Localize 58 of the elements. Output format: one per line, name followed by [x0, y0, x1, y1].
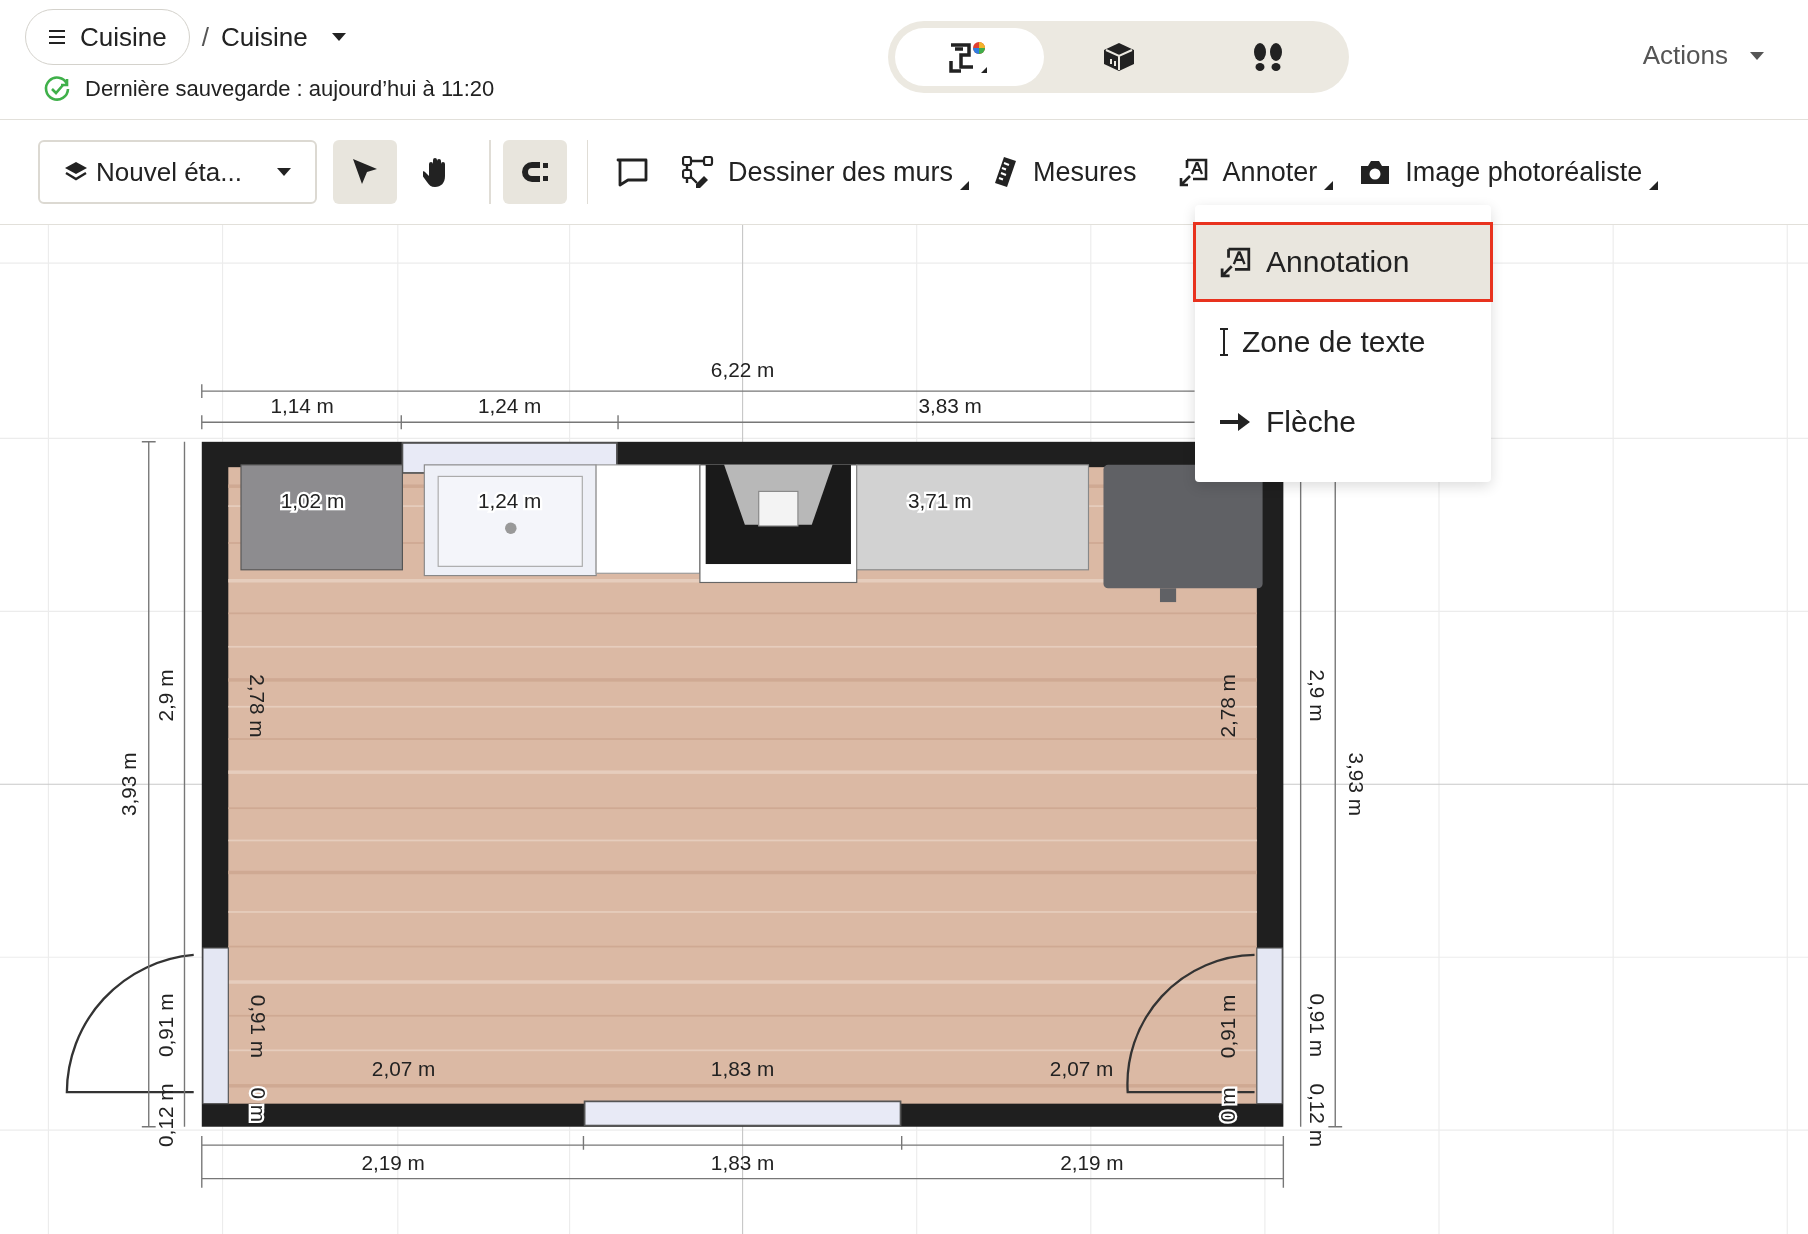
- dimension-label: 1,83 m: [710, 1056, 775, 1080]
- caret-icon: [1750, 51, 1764, 60]
- dimension-label: 0,91 m: [1215, 994, 1239, 1059]
- dimension-label: 3,71 m: [908, 489, 972, 513]
- toolbar-button[interactable]: Mesures: [985, 140, 1155, 204]
- dimension-label: 3,93 m: [116, 752, 140, 816]
- dimension-label: 2,07 m: [371, 1056, 436, 1080]
- dimension-label: 2,78 m: [246, 674, 270, 738]
- annotate-icon: [1178, 157, 1209, 187]
- magnet-icon: [519, 160, 550, 184]
- cube-icon: [1101, 41, 1136, 73]
- dimension-label: 0 m: [246, 1087, 270, 1123]
- camera-icon: [1359, 159, 1392, 185]
- footprints-icon: [1251, 42, 1284, 72]
- dimension-label: 0,91 m: [246, 994, 270, 1059]
- dimension-label: 2,19 m: [1060, 1151, 1124, 1175]
- dimension-label: 0,12 m: [1306, 1083, 1330, 1147]
- actions-menu[interactable]: Actions: [1642, 40, 1764, 71]
- layers-icon: [64, 161, 88, 183]
- arrow-icon: [1220, 412, 1252, 432]
- toolbar-button[interactable]: Dessiner des murs: [672, 140, 972, 204]
- breadcrumb-separator: /: [201, 21, 209, 53]
- dimension-label: 3,83 m: [918, 393, 982, 417]
- dimension-label: 1,02 m: [280, 489, 345, 513]
- annotate-icon: [1220, 246, 1252, 278]
- dimension-label: 0,12 m: [153, 1083, 177, 1147]
- dimension-label: 2,9 m: [153, 669, 177, 722]
- floor-selector[interactable]: Nouvel éta...: [38, 140, 317, 204]
- dimension-label: 2,9 m: [1306, 669, 1330, 722]
- dimension-label: 2,07 m: [1049, 1056, 1114, 1080]
- toolbar-button[interactable]: [502, 140, 567, 204]
- dimension-label: 1,24 m: [477, 393, 542, 417]
- toolbar-button[interactable]: Image photoréaliste: [1349, 140, 1661, 204]
- toolbar-button[interactable]: Annoter: [1168, 140, 1336, 204]
- comment-icon: [616, 157, 648, 187]
- menu-item[interactable]: Flèche: [1193, 382, 1493, 462]
- dimension-label: 2,19 m: [361, 1151, 425, 1175]
- dimension-label: 0,91 m: [1306, 993, 1330, 1057]
- dimension-label: 1,14 m: [270, 393, 334, 417]
- dimension-label: 0,91 m: [153, 993, 177, 1057]
- dimension-label: 6,22 m: [710, 357, 775, 381]
- menu-icon: [48, 30, 66, 44]
- dimension-label: 3,93 m: [1345, 752, 1369, 816]
- check-circle-icon: [43, 75, 71, 103]
- dimension-label: 0 m: [1215, 1087, 1239, 1123]
- toolbar-button[interactable]: [333, 140, 397, 204]
- dimension-label: 1,24 m: [477, 489, 542, 513]
- caret-icon: [331, 33, 346, 41]
- room-dropdown[interactable]: Cuisine: [220, 21, 346, 53]
- menu-item[interactable]: Annotation: [1193, 222, 1493, 302]
- dimension-label: 1,83 m: [710, 1151, 775, 1175]
- wall-path-icon: [682, 156, 714, 188]
- caret-icon: [277, 168, 291, 176]
- view-mode-tab[interactable]: [895, 28, 1044, 86]
- text-cursor-icon: [1220, 328, 1228, 356]
- dimension-label: 2,78 m: [1215, 674, 1239, 738]
- save-status: Dernière sauvegarde : aujourd’hui à 11:20: [85, 76, 495, 102]
- menu-item[interactable]: Zone de texte: [1193, 302, 1493, 382]
